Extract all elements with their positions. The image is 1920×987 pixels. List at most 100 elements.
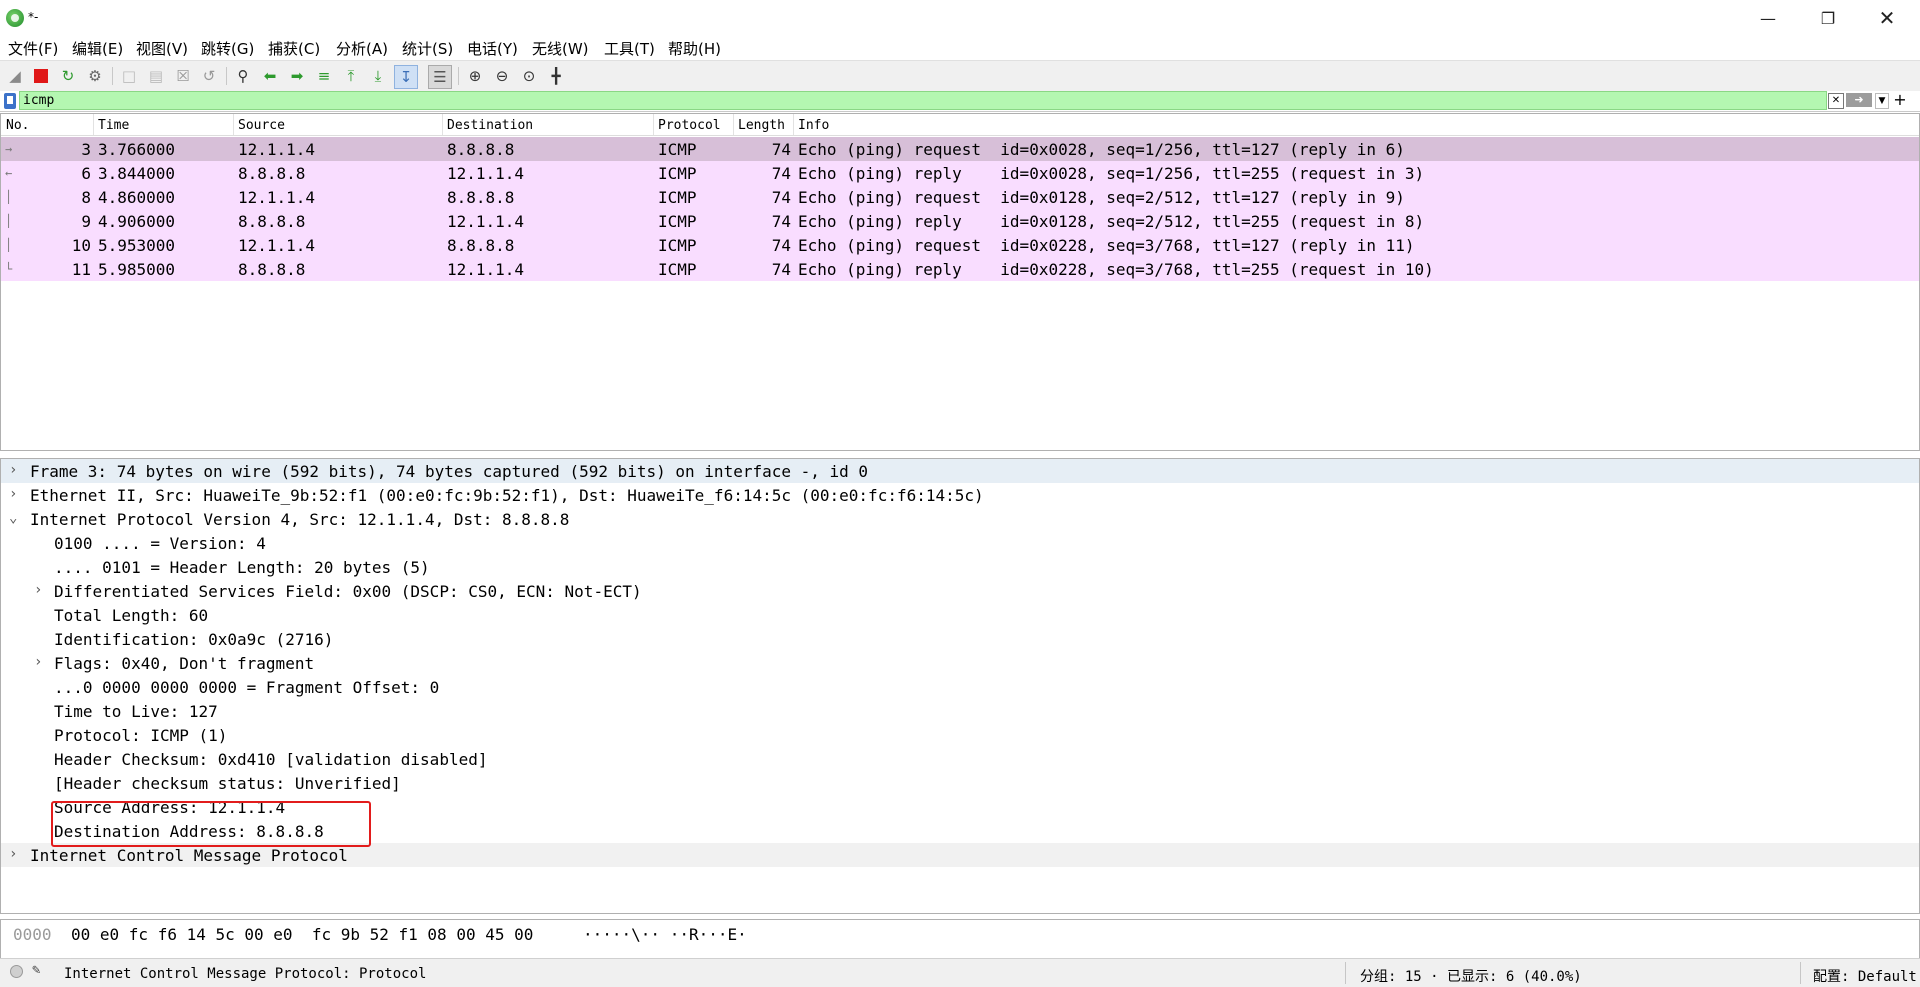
menu-file[interactable]: 文件(F)	[6, 38, 60, 59]
menu-tools[interactable]: 工具(T)	[602, 38, 657, 59]
colorize-icon[interactable]: ☰	[428, 65, 452, 89]
tree-item-protocol[interactable]: Protocol: ICMP (1)	[1, 723, 1919, 747]
bytes-ascii[interactable]: ·····\·· ··R···E·	[583, 925, 747, 944]
packet-row[interactable]: ← 6 3.844000 8.8.8.8 12.1.1.4 ICMP 74 Ec…	[1, 161, 1919, 185]
close-icon[interactable]: ✕	[1864, 0, 1910, 36]
packet-destination: 8.8.8.8	[447, 236, 515, 255]
first-packet-icon[interactable]: ⤒	[340, 65, 362, 87]
auto-scroll-icon[interactable]: ↧	[394, 65, 418, 89]
column-info[interactable]: Info	[798, 118, 829, 133]
tree-item-flags[interactable]: › Flags: 0x40, Don't fragment	[1, 651, 1919, 675]
add-filter-button-icon[interactable]: +	[1892, 91, 1908, 109]
packet-time: 4.906000	[98, 212, 176, 231]
go-back-icon[interactable]: ⬅	[259, 65, 281, 87]
profile-label[interactable]: 配置: Default	[1813, 966, 1917, 986]
save-file-icon[interactable]: ▤	[145, 65, 167, 87]
menu-telephony[interactable]: 电话(Y)	[465, 38, 520, 59]
resize-columns-icon[interactable]: ╋	[545, 65, 567, 87]
capture-options-icon[interactable]: ⚙	[84, 65, 106, 87]
expand-icon[interactable]: ›	[9, 486, 21, 502]
last-packet-icon[interactable]: ⤓	[367, 65, 389, 87]
tree-item-header-length[interactable]: .... 0101 = Header Length: 20 bytes (5)	[1, 555, 1919, 579]
column-destination[interactable]: Destination	[447, 118, 533, 133]
display-filter-input[interactable]	[19, 91, 1827, 110]
packet-protocol: ICMP	[658, 212, 697, 231]
tree-item-ethernet[interactable]: › Ethernet II, Src: HuaweiTe_9b:52:f1 (0…	[1, 483, 1919, 507]
filter-history-icon[interactable]: ▼	[1875, 93, 1889, 109]
bytes-hex[interactable]: 00 e0 fc f6 14 5c 00 e0 fc 9b 52 f1 08 0…	[71, 925, 533, 944]
tree-item-checksum-status[interactable]: [Header checksum status: Unverified]	[1, 771, 1919, 795]
tree-item-label: Protocol: ICMP (1)	[54, 726, 228, 745]
packet-row[interactable]: └ 11 5.985000 8.8.8.8 12.1.1.4 ICMP 74 E…	[1, 257, 1919, 281]
capture-status-icon[interactable]	[10, 965, 23, 978]
packet-row[interactable]: │ 10 5.953000 12.1.1.4 8.8.8.8 ICMP 74 E…	[1, 233, 1919, 257]
column-length[interactable]: Length	[738, 118, 785, 133]
packet-row[interactable]: │ 9 4.906000 8.8.8.8 12.1.1.4 ICMP 74 Ec…	[1, 209, 1919, 233]
collapse-icon[interactable]: ⌄	[9, 510, 21, 526]
column-source[interactable]: Source	[238, 118, 285, 133]
menu-statistics[interactable]: 统计(S)	[400, 38, 455, 59]
status-bar: ✎ Internet Control Message Protocol: Pro…	[0, 958, 1920, 987]
packet-no: 11	[71, 260, 91, 279]
menu-go[interactable]: 跳转(G)	[199, 38, 256, 59]
menu-edit[interactable]: 编辑(E)	[70, 38, 125, 59]
packet-info: Echo (ping) reply id=0x0028, seq=1/256, …	[798, 164, 1425, 183]
packet-protocol: ICMP	[658, 188, 697, 207]
column-protocol[interactable]: Protocol	[658, 118, 721, 133]
packet-length: 74	[771, 260, 791, 279]
expand-icon[interactable]: ›	[9, 462, 21, 478]
zoom-out-icon[interactable]: ⊖	[491, 65, 513, 87]
restart-capture-icon[interactable]: ↻	[57, 65, 79, 87]
restore-icon[interactable]: ❐	[1805, 0, 1851, 36]
packet-stats: 分组: 15 · 已显示: 6 (40.0%)	[1360, 969, 1582, 985]
apply-filter-icon[interactable]: ➜	[1846, 93, 1872, 107]
expand-icon[interactable]: ›	[34, 654, 46, 670]
open-file-icon[interactable]: □	[118, 65, 140, 87]
stop-capture-icon[interactable]	[30, 65, 52, 87]
expand-icon[interactable]: ›	[34, 582, 46, 598]
packet-row[interactable]: → 3 3.766000 12.1.1.4 8.8.8.8 ICMP 74 Ec…	[1, 137, 1919, 161]
main-toolbar: ◢ ↻ ⚙ □ ▤ ☒ ↺ ⚲ ⬅ ➡ ≡ ⤒ ⤓ ↧ ☰ ⊕ ⊖ ⊙ ╋	[0, 60, 1920, 92]
column-no[interactable]: No.	[6, 118, 29, 133]
tree-item-frame[interactable]: › Frame 3: 74 bytes on wire (592 bits), …	[1, 459, 1919, 483]
tree-item-fragment-offset[interactable]: ...0 0000 0000 0000 = Fragment Offset: 0	[1, 675, 1919, 699]
tree-item-ttl[interactable]: Time to Live: 127	[1, 699, 1919, 723]
packet-info: Echo (ping) request id=0x0228, seq=3/768…	[798, 236, 1415, 255]
packet-time: 3.766000	[98, 140, 176, 159]
find-packet-icon[interactable]: ⚲	[232, 65, 254, 87]
packet-source: 12.1.1.4	[238, 188, 316, 207]
packet-row[interactable]: │ 8 4.860000 12.1.1.4 8.8.8.8 ICMP 74 Ec…	[1, 185, 1919, 209]
packet-list: No. Time Source Destination Protocol Len…	[0, 113, 1920, 451]
packet-source: 8.8.8.8	[238, 164, 306, 183]
edit-comment-icon[interactable]: ✎	[32, 962, 40, 978]
packet-protocol: ICMP	[658, 260, 697, 279]
reload-file-icon[interactable]: ↺	[198, 65, 220, 87]
packet-list-header: No. Time Source Destination Protocol Len…	[1, 114, 1919, 136]
filter-bookmark-icon[interactable]	[4, 93, 16, 109]
column-time[interactable]: Time	[98, 118, 129, 133]
tree-item-ipv4[interactable]: ⌄ Internet Protocol Version 4, Src: 12.1…	[1, 507, 1919, 531]
go-to-packet-icon[interactable]: ≡	[313, 65, 335, 87]
zoom-reset-icon[interactable]: ⊙	[518, 65, 540, 87]
menu-analyze[interactable]: 分析(A)	[334, 38, 390, 59]
tree-item-version[interactable]: 0100 .... = Version: 4	[1, 531, 1919, 555]
minimize-icon[interactable]: —	[1745, 0, 1791, 36]
packet-destination: 8.8.8.8	[447, 140, 515, 159]
tree-item-label: Header Checksum: 0xd410 [validation disa…	[54, 750, 488, 769]
tree-item-label: .... 0101 = Header Length: 20 bytes (5)	[54, 558, 430, 577]
menu-wireless[interactable]: 无线(W)	[530, 38, 591, 59]
go-forward-icon[interactable]: ➡	[286, 65, 308, 87]
tree-item-total-length[interactable]: Total Length: 60	[1, 603, 1919, 627]
menu-help[interactable]: 帮助(H)	[666, 38, 723, 59]
tree-item-checksum[interactable]: Header Checksum: 0xd410 [validation disa…	[1, 747, 1919, 771]
tree-item-identification[interactable]: Identification: 0x0a9c (2716)	[1, 627, 1919, 651]
close-file-icon[interactable]: ☒	[172, 65, 194, 87]
menu-capture[interactable]: 捕获(C)	[266, 38, 322, 59]
clear-filter-icon[interactable]: ✕	[1828, 93, 1844, 109]
start-capture-icon[interactable]: ◢	[4, 65, 26, 87]
packet-info: Echo (ping) request id=0x0028, seq=1/256…	[798, 140, 1405, 159]
zoom-in-icon[interactable]: ⊕	[464, 65, 486, 87]
expand-icon[interactable]: ›	[9, 846, 21, 862]
menu-view[interactable]: 视图(V)	[134, 38, 190, 59]
tree-item-dsfield[interactable]: › Differentiated Services Field: 0x00 (D…	[1, 579, 1919, 603]
